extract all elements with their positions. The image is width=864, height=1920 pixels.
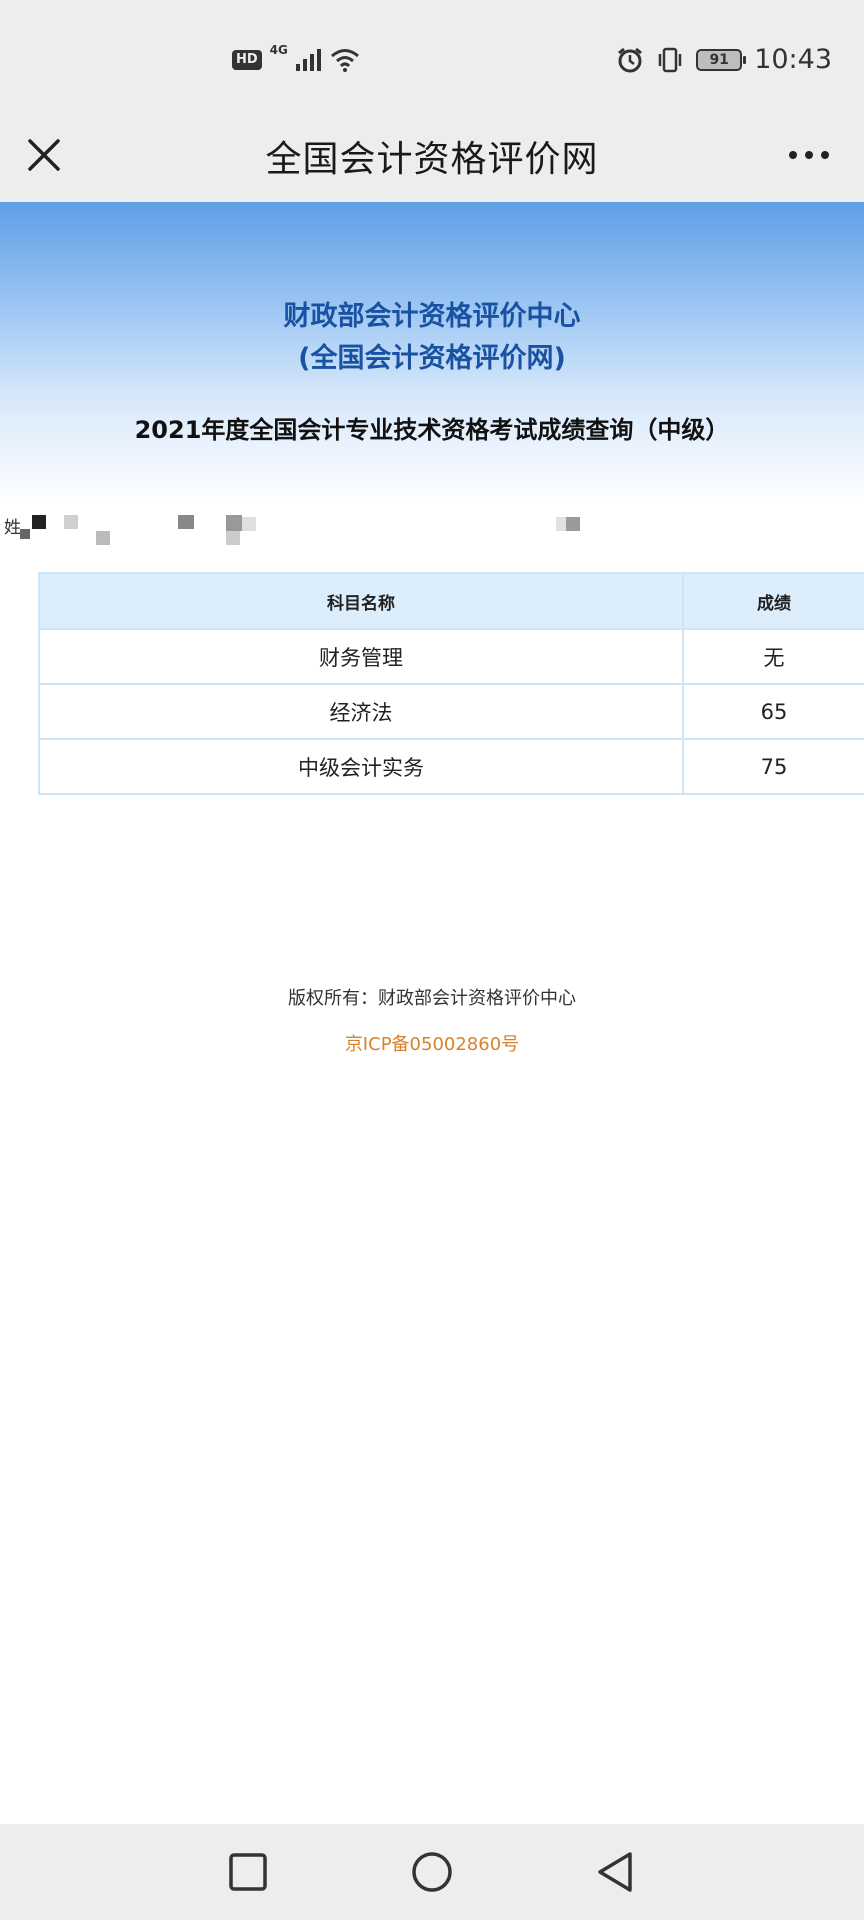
redacted-pixel [178,515,194,529]
vibrate-icon [658,47,682,72]
subject-cell: 财务管理 [38,628,684,685]
battery-level: 91 [709,51,729,68]
table-header-row: 科目名称 成绩 [38,572,864,630]
system-nav-bar [0,1824,864,1920]
column-header-subject: 科目名称 [38,572,684,630]
network-type-label: 4G [269,43,288,57]
copyright-text: 版权所有：财政部会计资格评价中心 [288,988,576,1009]
alarm-icon [618,47,643,72]
redacted-pixel [96,531,110,545]
title-bar: 全国会计资格评价网 [0,118,864,202]
score-cell: 75 [682,738,864,795]
table-row: 中级会计实务 75 [38,738,864,795]
more-icon[interactable] [784,140,834,170]
home-icon[interactable] [410,1850,454,1894]
score-cell: 65 [682,683,864,740]
recent-apps-icon[interactable] [226,1850,270,1894]
hd-icon: HD [232,50,262,70]
score-cell: 无 [682,628,864,685]
page-title: 全国会计资格评价网 [265,139,599,180]
back-icon[interactable] [594,1850,638,1894]
status-right: 91 10:43 [616,44,832,75]
exam-title: 2021年度全国会计专业技术资格考试成绩查询（中级） [134,416,730,444]
redacted-pixel [226,515,242,531]
redacted-pixel [32,515,46,529]
candidate-name-row: 姓 [0,505,864,549]
redacted-pixel [64,515,78,529]
wifi-icon [330,49,359,72]
battery-icon: 91 [696,48,747,71]
subject-cell: 中级会计实务 [38,738,684,795]
icp-link[interactable]: 京ICP备05002860号 [0,1030,864,1056]
score-table: 科目名称 成绩 财务管理 无 经济法 65 中级会计实务 75 [38,572,864,795]
table-row: 经济法 65 [38,683,864,740]
redacted-pixel [20,529,30,539]
org-name: 财政部会计资格评价中心 [283,301,581,332]
column-header-score: 成绩 [682,572,864,630]
page-header: 财政部会计资格评价中心 (全国会计资格评价网) 2021年度全国会计专业技术资格… [0,202,864,502]
signal-icon [295,49,321,71]
name-label: 姓 [4,518,21,538]
org-subtitle: (全国会计资格评价网) [298,343,566,374]
status-time: 10:43 [754,44,832,75]
status-left: HD 4G [232,43,360,72]
subject-cell: 经济法 [38,683,684,740]
status-bar: HD 4G 91 10:43 [0,0,864,118]
redacted-pixel [566,517,580,531]
redacted-pixel [242,517,256,531]
redacted-pixel [226,531,240,545]
table-row: 财务管理 无 [38,628,864,685]
